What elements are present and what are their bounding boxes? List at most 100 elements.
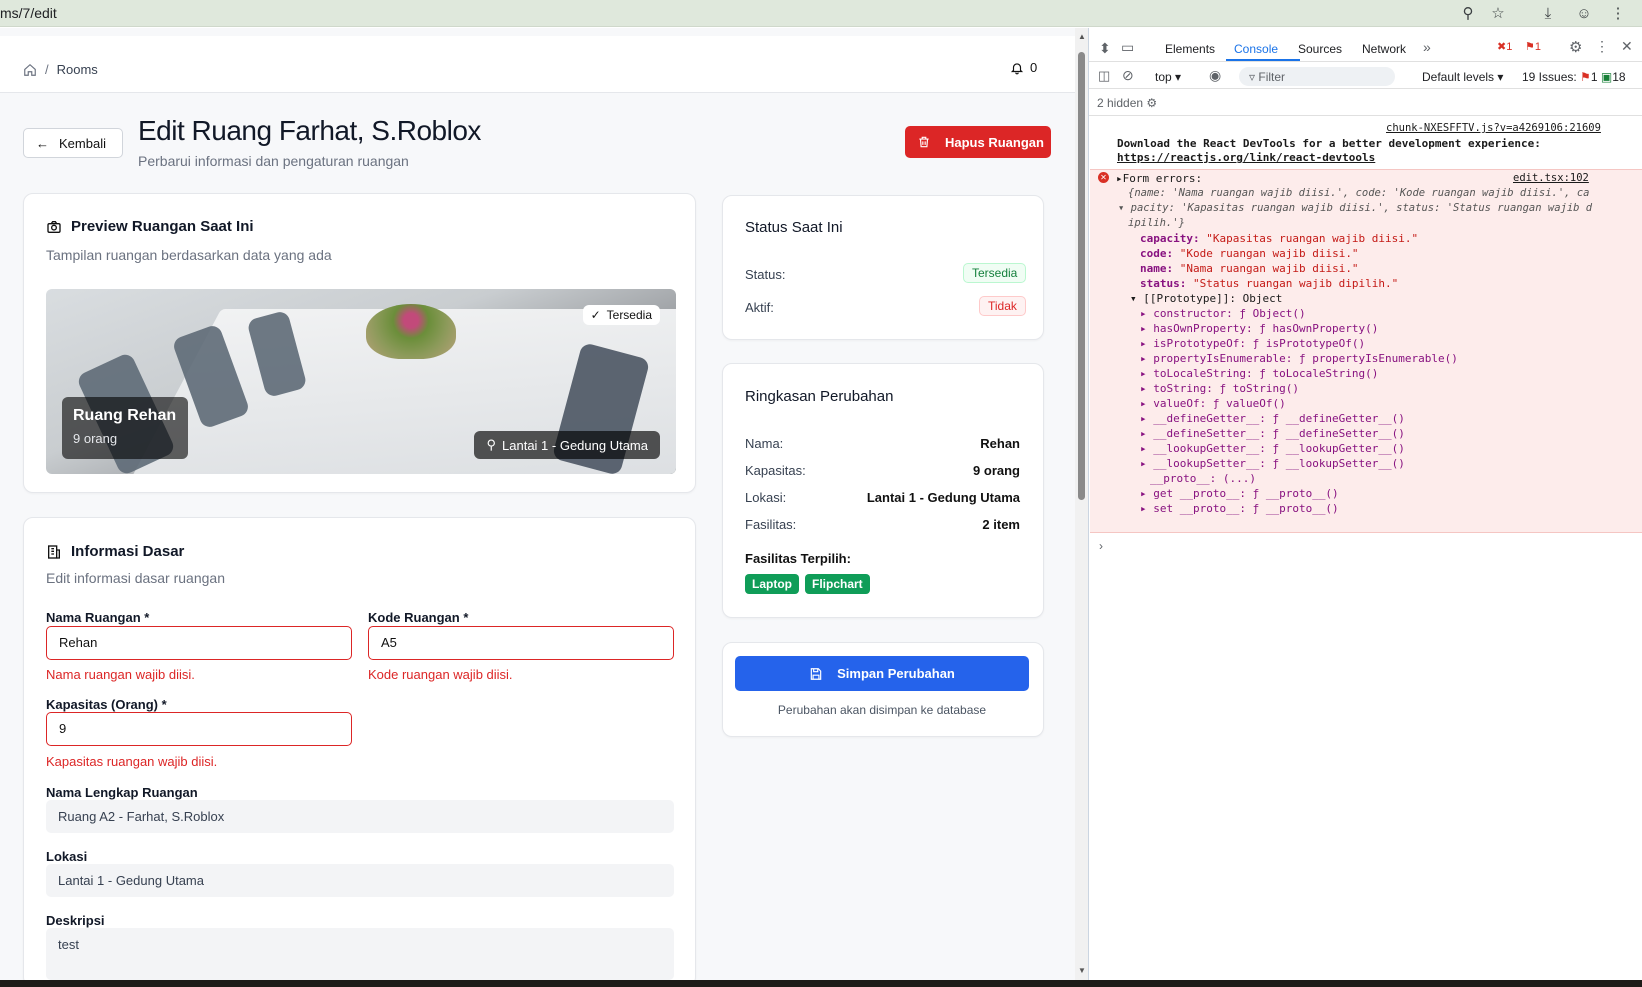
devtools-tabs: ⬍ ▭ Elements Console Sources Network » ✖… [1089, 28, 1642, 62]
clear-console-icon[interactable]: ⊘ [1122, 67, 1134, 84]
scroll-thumb[interactable] [1078, 52, 1085, 500]
tab-console[interactable]: Console [1234, 42, 1278, 56]
method-text: hasOwnProperty: ƒ hasOwnProperty() [1153, 322, 1379, 335]
error-preview-2-text: pacity: 'Kapasitas ruangan wajib diisi.'… [1130, 202, 1593, 214]
warn-count-badge[interactable]: ⚑1 [1525, 40, 1541, 53]
fullname-field[interactable]: Ruang A2 - Farhat, S.Roblox [46, 800, 674, 833]
hidden-count[interactable]: 2 hidden ⚙ [1097, 96, 1157, 110]
device-toolbar-icon[interactable]: ▭ [1121, 39, 1134, 56]
page-scrollbar[interactable]: ▲ ▼ [1075, 28, 1088, 980]
profile-icon[interactable]: ☺ [1574, 3, 1594, 23]
eye-icon[interactable]: ◉ [1209, 67, 1221, 84]
top-nav: / Rooms 0 [0, 36, 1075, 93]
description-field[interactable]: test [46, 928, 674, 980]
photo-status-badge: ✓ Tersedia [582, 305, 660, 325]
back-button[interactable]: ← Kembali [23, 128, 123, 158]
delete-room-button[interactable]: Hapus Ruangan [905, 126, 1051, 158]
log-levels-select[interactable]: Default levels ▾ [1422, 70, 1503, 84]
method-row[interactable]: ▸ __lookupSetter__: ƒ __lookupSetter__() [1140, 456, 1405, 471]
expand-arrow-icon: ▸ [1140, 352, 1147, 365]
notification-button[interactable]: 0 [1010, 60, 1037, 75]
save-note: Perubahan akan disimpan ke database [777, 703, 987, 717]
method-row[interactable]: __proto__: (...) [1150, 471, 1256, 486]
prop-row: capacity: "Kapasitas ruangan wajib diisi… [1140, 231, 1418, 246]
check-circle-icon: ✓ [590, 308, 601, 322]
code-input[interactable]: A5 [368, 626, 674, 660]
sidebar-toggle-icon[interactable]: ◫ [1098, 68, 1110, 84]
home-icon[interactable] [23, 63, 37, 77]
status-badge: Tersedia [963, 263, 1027, 283]
breadcrumb-separator: / [45, 62, 49, 77]
method-text: __lookupGetter__: ƒ __lookupGetter__() [1153, 442, 1405, 455]
react-devtools-link[interactable]: https://reactjs.org/link/react-devtools [1117, 150, 1375, 165]
prop-key: status: [1140, 277, 1187, 290]
expand-arrow-icon: ▸ [1140, 442, 1147, 455]
method-row[interactable]: ▸ get __proto__: ƒ __proto__() [1140, 486, 1339, 501]
room-name-overlay: Ruang Rehan 9 orang [62, 397, 188, 459]
method-row[interactable]: ▸ toString: ƒ toString() [1140, 381, 1299, 396]
error-preview-2[interactable]: ▾ pacity: 'Kapasitas ruangan wajib diisi… [1118, 201, 1592, 216]
star-icon[interactable]: ☆ [1488, 3, 1508, 23]
basic-info-subtitle: Edit informasi dasar ruangan [46, 570, 225, 586]
capacity-input[interactable]: 9 [46, 712, 352, 746]
summary-value: Lantai 1 - Gedung Utama [866, 490, 1020, 505]
summary-title: Ringkasan Perubahan [745, 388, 894, 405]
method-text: valueOf: ƒ valueOf() [1153, 397, 1286, 410]
name-label: Nama Ruangan * [46, 610, 150, 625]
method-text: toString: ƒ toString() [1153, 382, 1299, 395]
download-icon[interactable]: ⤓ [1538, 3, 1558, 23]
scroll-up-icon[interactable]: ▲ [1078, 32, 1086, 41]
issues-button[interactable]: 19 Issues: ⚑1 ▣18 [1522, 70, 1626, 84]
method-row[interactable]: ▸ set __proto__: ƒ __proto__() [1140, 501, 1339, 516]
prop-value: "Status ruangan wajib dipilih." [1192, 277, 1399, 290]
console-filter-input[interactable]: ▿ Filter [1239, 67, 1395, 86]
method-row[interactable]: ▸ isPrototypeOf: ƒ isPrototypeOf() [1140, 336, 1365, 351]
kebab-menu-icon[interactable]: ⋮ [1595, 38, 1609, 55]
tab-sources[interactable]: Sources [1298, 42, 1342, 56]
tab-network[interactable]: Network [1362, 42, 1406, 56]
method-row[interactable]: ▸ propertyIsEnumerable: ƒ propertyIsEnum… [1140, 351, 1458, 366]
os-taskbar [0, 980, 1642, 987]
breadcrumb-rooms[interactable]: Rooms [57, 62, 98, 77]
location-field[interactable]: Lantai 1 - Gedung Utama [46, 864, 674, 897]
source-link-2[interactable]: edit.tsx:102 [1513, 171, 1589, 186]
code-error: Kode ruangan wajib diisi. [368, 667, 513, 682]
error-preview-3: ipilih.'} [1128, 217, 1185, 229]
prop-row: name: "Nama ruangan wajib diisi." [1140, 261, 1359, 276]
page-subtitle: Perbarui informasi dan pengaturan ruanga… [138, 153, 409, 169]
method-row[interactable]: ▸ valueOf: ƒ valueOf() [1140, 396, 1286, 411]
error-title[interactable]: ▸Form errors: [1116, 171, 1202, 186]
description-label: Deskripsi [46, 913, 105, 928]
method-row[interactable]: ▸ __lookupGetter__: ƒ __lookupGetter__() [1140, 441, 1405, 456]
inspect-icon[interactable]: ⬍ [1099, 40, 1111, 57]
back-label: Kembali [59, 135, 106, 151]
floppy-icon [810, 667, 822, 680]
url-bar[interactable]: ms/7/edit [0, 5, 57, 21]
method-row[interactable]: ▸ hasOwnProperty: ƒ hasOwnProperty() [1140, 321, 1378, 336]
source-link-1[interactable]: chunk-NXESFFTV.js?v=a4269106:21609 [1386, 121, 1601, 136]
context-select[interactable]: top ▾ [1155, 70, 1181, 84]
settings-icon[interactable]: ⚙ [1569, 38, 1582, 56]
location-label: Lokasi [46, 849, 88, 864]
save-button[interactable]: Simpan Perubahan [735, 656, 1029, 691]
zoom-icon[interactable]: ⚲ [1458, 3, 1478, 23]
more-tabs-icon[interactable]: » [1423, 39, 1431, 55]
method-row[interactable]: ▸ constructor: ƒ Object() [1140, 306, 1306, 321]
close-icon[interactable]: ✕ [1621, 38, 1633, 55]
summary-value: 9 orang [973, 463, 1020, 478]
error-count-badge[interactable]: ✖1 [1497, 40, 1512, 53]
warn-count: 1 [1534, 41, 1541, 53]
method-row[interactable]: ▸ __defineGetter__: ƒ __defineGetter__() [1140, 411, 1405, 426]
location-overlay: ⚲ Lantai 1 - Gedung Utama [474, 431, 660, 459]
menu-icon[interactable]: ⋮ [1608, 3, 1628, 23]
name-input[interactable]: Rehan [46, 626, 352, 660]
method-text: propertyIsEnumerable: ƒ propertyIsEnumer… [1153, 352, 1458, 365]
console-settings-icon[interactable]: ⚙ [1146, 96, 1157, 110]
method-row[interactable]: ▸ toLocaleString: ƒ toLocaleString() [1140, 366, 1378, 381]
scroll-down-icon[interactable]: ▼ [1078, 966, 1086, 975]
tab-elements[interactable]: Elements [1165, 42, 1215, 56]
prototype-row[interactable]: ▾ [[Prototype]]: Object [1130, 291, 1282, 306]
method-row[interactable]: ▸ __defineSetter__: ƒ __defineSetter__() [1140, 426, 1405, 441]
page-title: Edit Ruang Farhat, S.Roblox [138, 115, 481, 146]
console-prompt-icon[interactable]: › [1099, 539, 1103, 553]
